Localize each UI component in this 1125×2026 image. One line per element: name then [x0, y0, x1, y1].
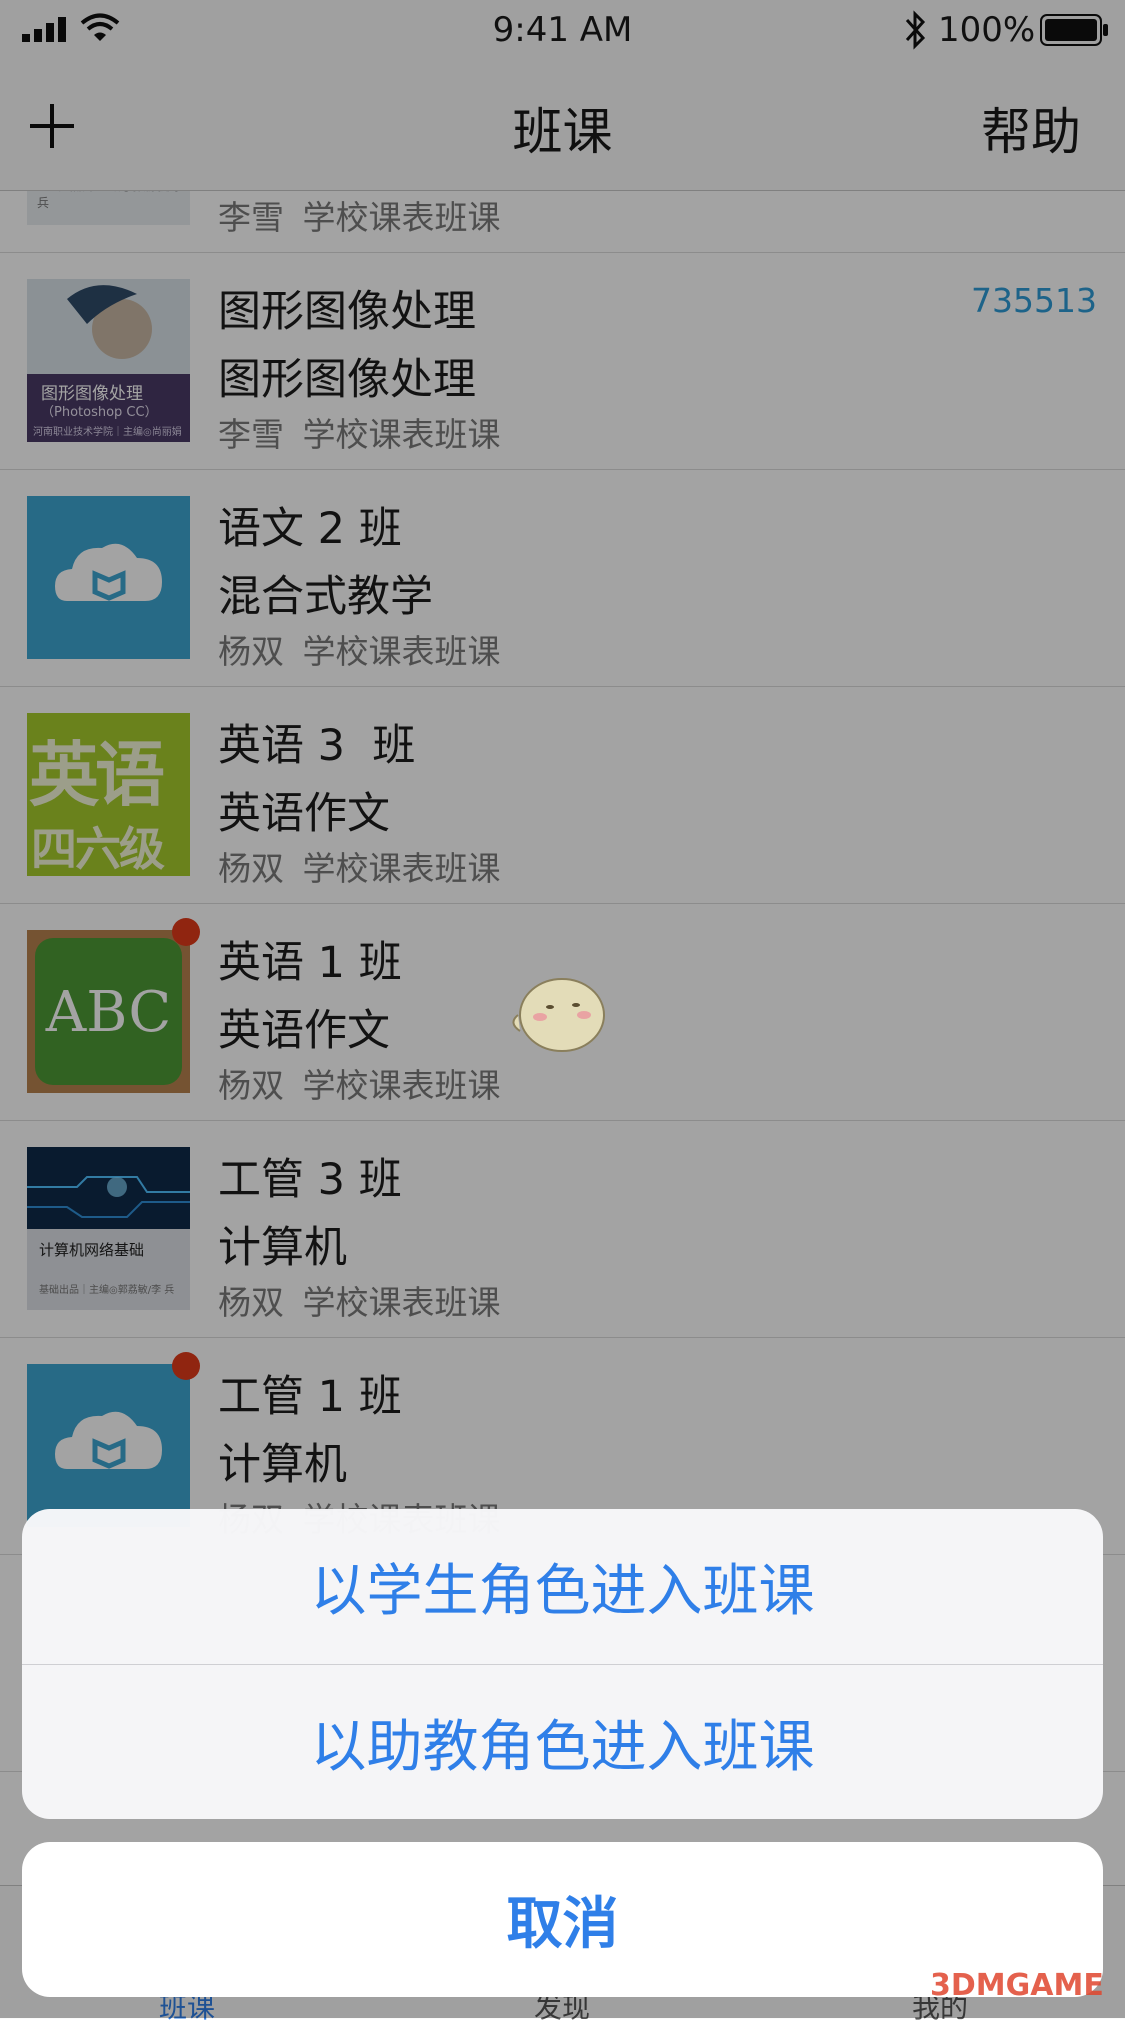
action-sheet: 以学生角色进入班课 以助教角色进入班课: [22, 1509, 1103, 1819]
watermark: 3DMGAME: [930, 1968, 1104, 2003]
enter-as-student-button[interactable]: 以学生角色进入班课: [22, 1509, 1103, 1664]
bird-mascot-icon: [512, 978, 605, 1052]
enter-as-assistant-button[interactable]: 以助教角色进入班课: [22, 1665, 1103, 1819]
